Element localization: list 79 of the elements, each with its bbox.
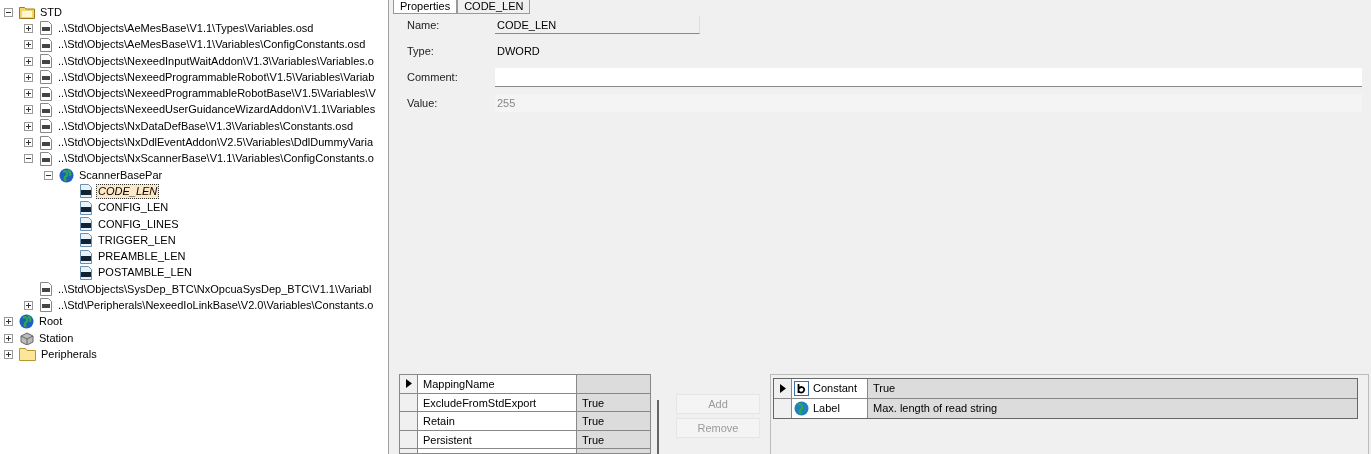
file-icon [39,70,53,85]
expand-icon[interactable] [24,301,33,310]
file-icon [39,298,53,313]
file-icon [39,135,53,150]
collapse-icon[interactable] [4,7,13,17]
file-icon [79,217,93,231]
tree-item[interactable]: POSTAMBLE_LEN [96,265,194,281]
tree-item[interactable]: ..\Std\Peripherals\NexeedIoLinkBase\V2.0\Variables\Constants.o [56,298,376,313]
folder-icon [19,5,35,20]
table-cell: True [577,412,650,430]
expand-icon[interactable] [24,121,33,131]
collapse-icon[interactable] [24,154,33,164]
file-icon [39,119,53,134]
expand-icon[interactable] [24,105,33,115]
expand-icon[interactable] [24,56,33,66]
value-field: 255 [495,94,1362,112]
tree-item[interactable]: ..\Std\Objects\NxScannerBase\V1.1\Variables\ConfigConstants.o [56,151,376,167]
tree-item[interactable]: CODE_LEN [96,183,160,199]
file-icon [79,233,93,248]
file-icon [39,21,53,36]
type-value: DWORD [496,45,540,57]
expand-icon[interactable] [24,23,33,33]
row-header[interactable] [774,379,792,398]
globe-icon [794,400,809,416]
tree-item[interactable]: ..\Std\Objects\NexeedUserGuidanceWizardAddon\V1.1\Variables [56,102,378,118]
tree-item[interactable]: ..\Std\Objects\NexeedProgrammableRobot\V1.5\Variables\Variab [56,69,377,85]
field-label: Type: [407,45,435,57]
tree-item[interactable]: Station [37,330,76,346]
expand-icon[interactable] [24,40,33,50]
comment-field[interactable] [495,67,1362,87]
table-cell: Constant [813,382,858,395]
file-icon [39,282,53,297]
expand-icon[interactable] [4,349,13,359]
expand-icon[interactable] [24,89,33,99]
tree-item[interactable]: ..\Std\Objects\NxDataDefBase\V1.3\Variables\Constants.osd [56,118,356,134]
folder-icon [19,347,36,362]
file-icon [79,249,93,264]
field-label: Name: [407,19,441,31]
row-header[interactable] [400,375,418,393]
file-icon [39,54,53,69]
tree-item[interactable]: STD [38,4,64,20]
file-icon [39,151,53,166]
field-label: Value: [407,97,439,109]
expand-icon[interactable] [4,317,13,327]
file-icon [39,37,53,52]
table-cell: Max. length of read string [868,398,1357,418]
server-icon [19,331,34,346]
current-row-icon [405,379,412,389]
tab[interactable]: CODE_LEN [457,0,531,14]
expand-icon[interactable] [4,333,13,343]
globe-icon [19,314,34,330]
tree-item[interactable]: PREAMBLE_LEN [96,249,188,265]
tree-item[interactable]: Root [37,314,65,330]
tree-item[interactable]: TRIGGER_LEN [96,232,178,248]
current-row-icon [779,383,786,393]
tree-item[interactable]: ..\Std\Objects\SysDep_BTC\NxOpcuaSysDep_BTC\V1.1\Variabl [56,281,374,297]
expand-icon[interactable] [24,72,33,82]
tab[interactable]: Properties [393,0,458,14]
field-label: Comment: [407,71,459,83]
tree-item[interactable]: CONFIG_LINES [96,216,181,232]
name-field: CODE_LEN [495,16,700,34]
file-icon [79,184,93,199]
file-icon [39,86,53,101]
tree-item[interactable]: ..\Std\Objects\NexeedInputWaitAddon\V1.3\Variables\Variables.o [56,53,376,69]
file-icon [79,200,93,215]
tree-item[interactable]: CONFIG_LEN [96,200,171,216]
tree-item[interactable]: ..\Std\Objects\NxDdlEventAddon\V2.5\Variables\DdlDummyVaria [56,135,376,150]
tree-item[interactable]: ..\Std\Objects\AeMesBase\V1.1\Types\Variables.osd [56,20,316,36]
tree-item[interactable]: ..\Std\Objects\NexeedProgrammableRobotBase\V1.5\Variables\V [56,86,378,102]
tree-item[interactable]: Peripherals [39,346,99,362]
table-cell: Label [813,402,840,415]
expand-icon[interactable] [24,138,33,147]
file-icon [39,102,53,117]
table-cell: True [868,379,1357,398]
tree-item[interactable]: ..\Std\Objects\AeMesBase\V1.1\Variables\ConfigConstants.osd [56,37,368,53]
globe-icon [59,167,74,183]
tree-item[interactable]: ScannerBasePar [77,167,165,183]
collapse-icon[interactable] [44,170,53,180]
file-icon [79,265,93,280]
